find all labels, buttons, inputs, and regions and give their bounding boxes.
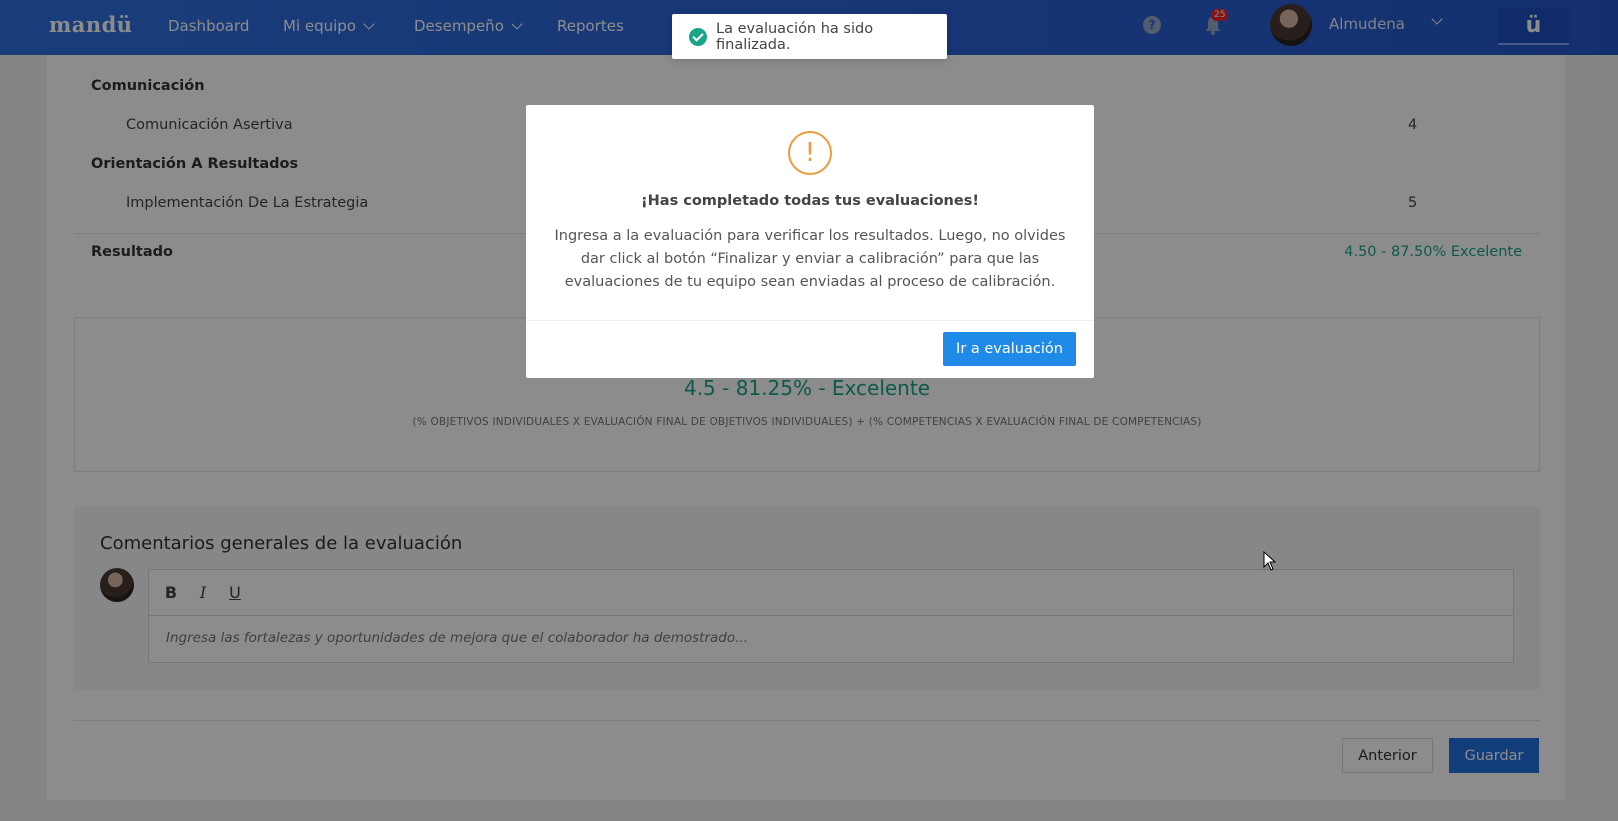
modal-body: Ingresa a la evaluación para verificar l… [554,228,1066,290]
completion-modal: ! ¡Has completado todas tus evaluaciones… [526,105,1094,378]
exclamation-icon: ! [788,131,832,175]
toast-message: La evaluación ha sido finalizada. [716,20,874,53]
check-circle-icon [689,27,707,46]
divider [526,320,1094,321]
mouse-cursor-icon [1263,551,1277,571]
go-to-evaluation-button[interactable]: Ir a evaluación [943,332,1076,366]
modal-title: ¡Has completado todas tus evaluaciones! [641,193,979,209]
success-toast: La evaluación ha sido finalizada. [672,14,947,59]
